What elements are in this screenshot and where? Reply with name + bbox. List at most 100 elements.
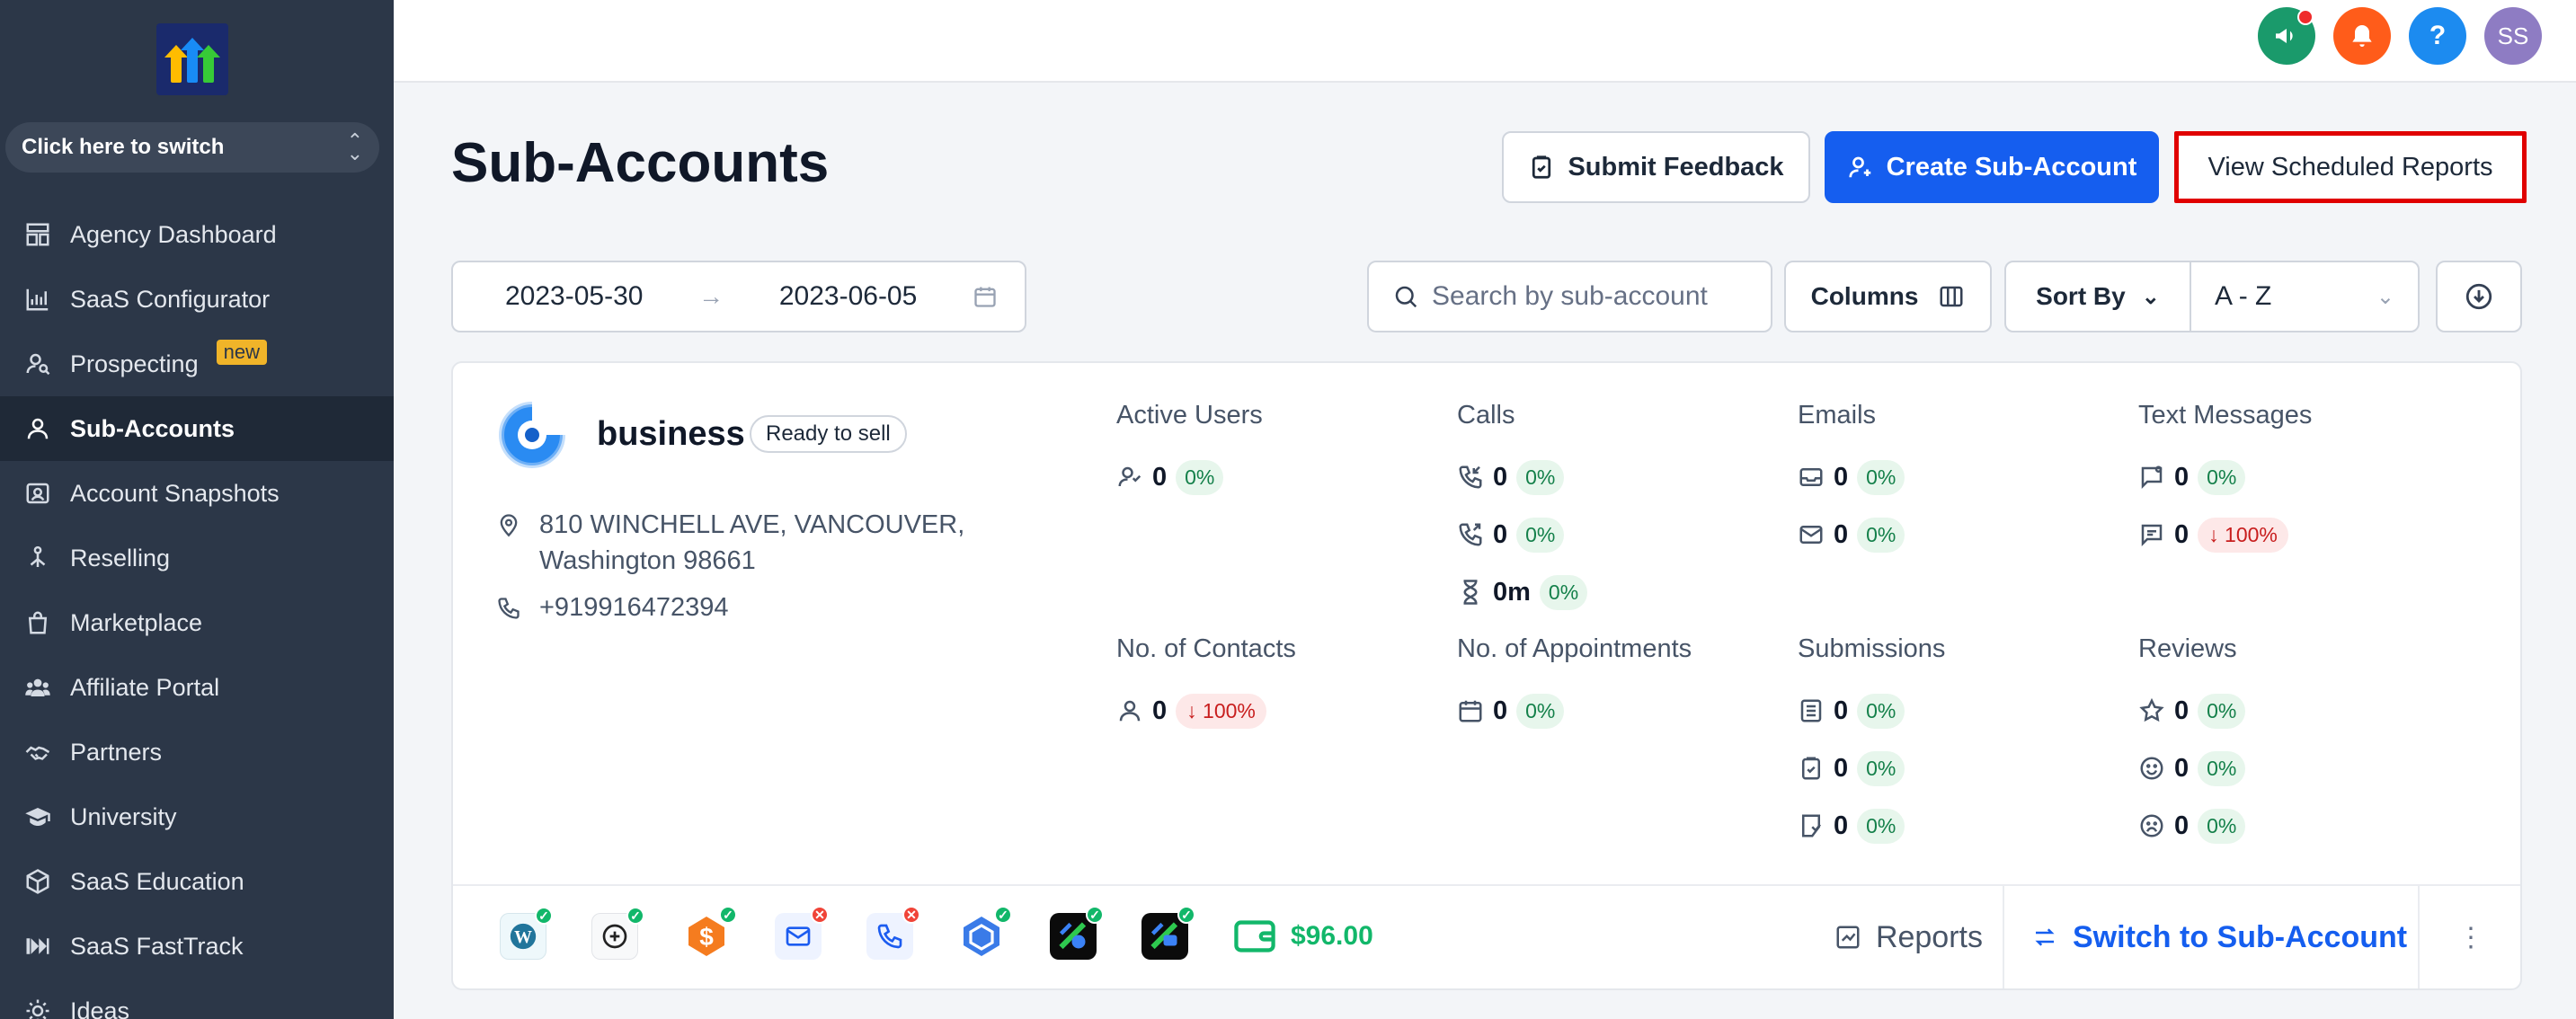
sidebar-item-account-snapshots[interactable]: Account Snapshots (0, 461, 394, 526)
notifications-button[interactable] (2333, 7, 2391, 65)
download-button[interactable] (2436, 261, 2522, 332)
status-badge: Ready to sell (750, 415, 907, 453)
connected-check-icon: ✓ (994, 906, 1012, 924)
sidebar-item-saas-education[interactable]: SaaS Education (0, 849, 394, 914)
view-scheduled-reports-button[interactable]: View Scheduled Reports (2174, 131, 2527, 203)
metric-row: 0 0% (1457, 506, 1587, 563)
header-actions: ? SS (2258, 7, 2542, 65)
date-end[interactable]: 2023-06-05 (779, 281, 917, 312)
columns-button[interactable]: Columns (1784, 261, 1992, 332)
sidebar-item-reselling[interactable]: Reselling (0, 526, 394, 590)
help-icon: ? (2429, 21, 2447, 50)
help-button[interactable]: ? (2409, 7, 2466, 65)
metric-row: 0m 0% (1457, 563, 1588, 621)
user-icon (22, 412, 54, 445)
sidebar-item-affiliate-portal[interactable]: Affiliate Portal (0, 655, 394, 720)
avatar[interactable]: SS (2484, 7, 2542, 65)
search-icon (1395, 286, 1417, 308)
metric-change-value: 100% (2225, 522, 2278, 546)
payments-integration-icon[interactable]: $ ✓ (683, 906, 737, 960)
view-scheduled-reports-label: View Scheduled Reports (2207, 152, 2493, 182)
metric-row: 0 0% (1798, 740, 1945, 797)
metric-title: Calls (1457, 401, 1515, 430)
sidebar-item-label: Reselling (70, 544, 171, 572)
metric-value: 0 (2174, 519, 2190, 549)
sidebar-item-label: SaaS FastTrack (70, 932, 244, 960)
sort-order-value: A - Z (2215, 281, 2272, 311)
search-input[interactable]: Search by sub-account (1367, 261, 1772, 332)
sidebar-item-sub-accounts[interactable]: Sub-Accounts (0, 396, 394, 461)
announcement-button[interactable] (2258, 7, 2315, 65)
metric-title: Submissions (1798, 634, 1946, 663)
phone-integration-icon[interactable]: ✕ (866, 906, 920, 960)
sort-by-button[interactable]: Sort By ⌄ (2006, 262, 2191, 331)
metric-row: 0 0% (1116, 448, 1263, 506)
sidebar-item-marketplace[interactable]: Marketplace (0, 590, 394, 655)
create-sub-account-button[interactable]: Create Sub-Account (1825, 131, 2159, 203)
mail-icon (1799, 526, 1823, 544)
date-start[interactable]: 2023-05-30 (505, 281, 643, 312)
reports-button[interactable]: Reports (1801, 886, 2004, 988)
new-badge: new (216, 340, 267, 365)
sidebar-item-label: Agency Dashboard (70, 220, 277, 248)
sidebar-item-label: Prospecting (70, 350, 199, 377)
cube-integration-icon[interactable]: ✓ (958, 906, 1012, 960)
metric-row: 0 ↓ 100% (2138, 506, 2312, 563)
avatar-initials: SS (2497, 22, 2529, 49)
sort-control[interactable]: Sort By ⌄ A - Z ⌄ (2004, 261, 2420, 332)
sidebar-item-agency-dashboard[interactable]: Agency Dashboard (0, 202, 394, 267)
sidebar: Click here to switch ⌃ ⌄ Agency Dashboard… (0, 0, 394, 1019)
metric-value: 0 (1834, 753, 1849, 783)
megaphone-icon (2276, 29, 2293, 43)
logo-bar-yellow-icon (164, 45, 188, 83)
metric-calls: Calls 0 0% 0 0% 0m 0% (1457, 401, 1588, 621)
metric-change: 0% (1857, 459, 1905, 495)
connected-check-icon: ✓ (719, 906, 737, 924)
metric-change: ↓ 100% (2198, 517, 2288, 553)
arrow-down-icon: ↓ (1186, 698, 1204, 722)
download-icon (2465, 283, 2492, 310)
wallet-balance[interactable]: $96.00 (1233, 917, 1373, 956)
address-line-2: Washington 98661 (539, 546, 756, 575)
sidebar-item-partners[interactable]: Partners (0, 720, 394, 784)
sidebar-item-ideas[interactable]: Ideas (0, 979, 394, 1019)
account-switcher[interactable]: Click here to switch ⌃ ⌄ (5, 122, 379, 173)
metric-row: 0 0% (1798, 682, 1945, 740)
business-name: business (597, 415, 745, 453)
sidebar-item-prospecting[interactable]: Prospecting new (0, 332, 394, 396)
maps-messages-integration-icon[interactable]: ✓ (1141, 906, 1195, 960)
email-integration-icon[interactable]: ✕ (775, 906, 829, 960)
sidebar-item-label: Ideas (70, 997, 130, 1019)
box-icon (22, 865, 54, 898)
metric-value: 0 (1493, 462, 1508, 492)
sort-order-select[interactable]: A - Z ⌄ (2191, 262, 2418, 331)
sidebar-item-saas-configurator[interactable]: SaaS Configurator (0, 267, 394, 332)
app-logo[interactable] (156, 23, 228, 95)
phone-icon (498, 597, 520, 619)
metric-change: 0% (2198, 808, 2246, 844)
sub-account-card: business Ready to sell 810 WINCHELL AVE,… (451, 361, 2522, 990)
metric-row: 0 0% (1798, 506, 1905, 563)
hourglass-icon (1463, 580, 1478, 605)
sidebar-item-label: University (70, 802, 177, 830)
ai-integration-icon[interactable]: ✓ (591, 907, 644, 960)
top-header: ? SS (394, 0, 2576, 83)
sidebar-item-saas-fasttrack[interactable]: SaaS FastTrack (0, 914, 394, 979)
more-options-button[interactable]: ⋮ (2420, 886, 2522, 988)
date-range-picker[interactable]: 2023-05-30 → 2023-06-05 (451, 261, 1026, 332)
map-message-icon (1150, 922, 1178, 950)
switch-to-sub-account-button[interactable]: Switch to Sub-Account (2031, 886, 2407, 988)
people-icon (22, 671, 54, 704)
sidebar-item-label: Affiliate Portal (70, 673, 220, 701)
sidebar-item-university[interactable]: University (0, 784, 394, 849)
submit-feedback-button[interactable]: Submit Feedback (1502, 131, 1810, 203)
wallet-amount: $96.00 (1291, 921, 1373, 951)
wordpress-integration-icon[interactable]: W ✓ (500, 907, 553, 960)
swap-arrows-icon (2035, 928, 2055, 946)
maps-integration-icon[interactable]: ✓ (1050, 906, 1104, 960)
sidebar-item-label: Partners (70, 738, 163, 766)
reselling-icon (22, 542, 54, 574)
create-sub-account-label: Create Sub-Account (1886, 152, 2137, 182)
sidebar-item-label: Marketplace (70, 608, 203, 636)
metric-change: 0% (2198, 750, 2246, 786)
